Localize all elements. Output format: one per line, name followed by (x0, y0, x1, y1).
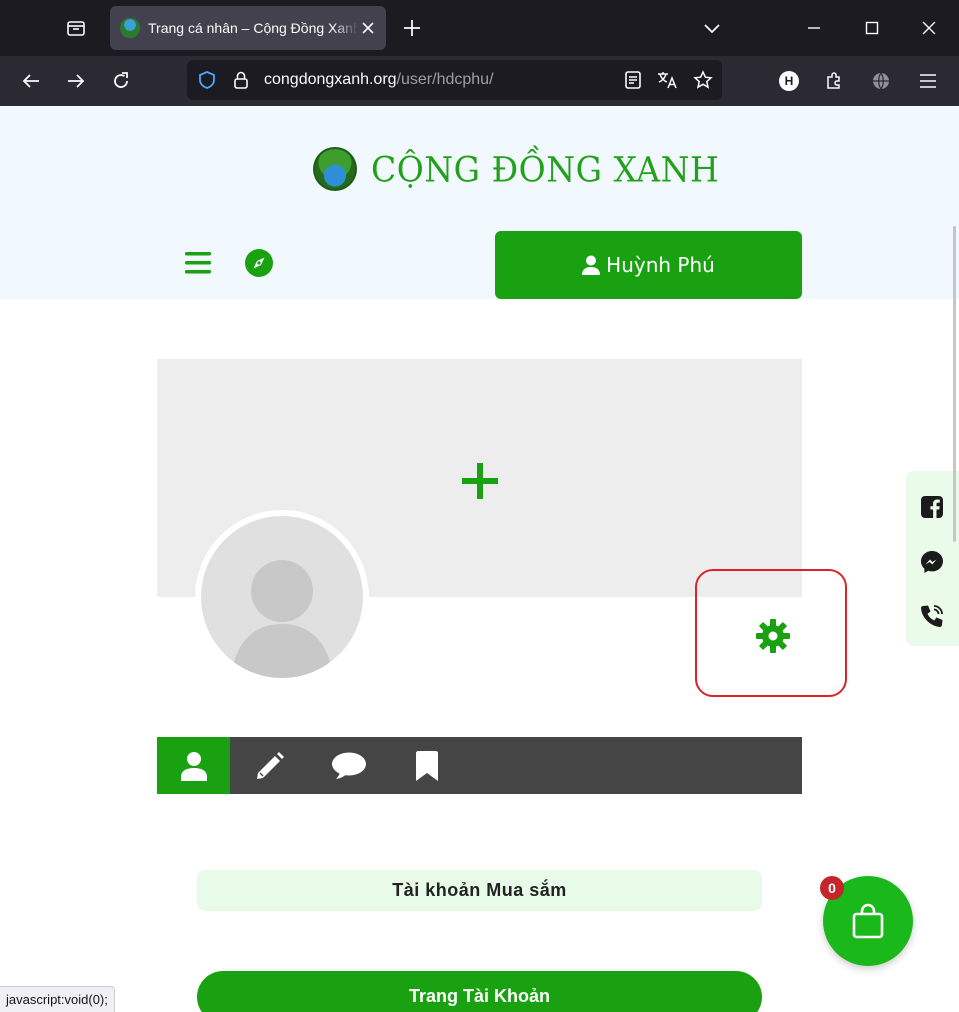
tab-overview-icon (67, 21, 85, 36)
bookmark-star-button[interactable] (691, 68, 715, 92)
extension-globe-button[interactable] (867, 67, 895, 95)
avatar-placeholder (201, 516, 363, 678)
bookmark-icon (416, 750, 438, 781)
profile-tabs (157, 737, 802, 794)
profile-avatar[interactable] (195, 510, 369, 684)
translate-icon (658, 72, 677, 89)
chevron-down-icon (704, 24, 720, 34)
address-bar[interactable]: congdongxanh.org/user/hdcphu/ (187, 60, 722, 100)
web-page: CỘNG ĐỒNG XANH Huỳnh Phú Tài khoản Mua s… (0, 106, 959, 1012)
shopping-account-heading: Tài khoản Mua sắm (197, 870, 762, 911)
add-cover-button[interactable] (462, 463, 498, 499)
lock-icon (234, 71, 248, 89)
maximize-button[interactable] (858, 14, 886, 42)
profile-initial: H (784, 74, 794, 88)
browser-tab-strip: Trang cá nhân – Cộng Đồng Xanh (0, 0, 959, 56)
tab-overview-button[interactable] (60, 12, 92, 44)
shield-icon (199, 71, 215, 89)
avatar-placeholder-icon (231, 560, 333, 678)
url-path: /user/hdcphu/ (396, 71, 494, 88)
tab-list-button[interactable] (698, 14, 726, 42)
social-contact-bar (906, 471, 959, 646)
site-info-button[interactable] (229, 68, 253, 92)
tab-comments[interactable] (327, 737, 371, 794)
phone-icon (921, 605, 943, 627)
phone-link[interactable] (920, 604, 944, 628)
user-icon (582, 255, 601, 275)
url-domain: congdongxanh.org (264, 71, 397, 88)
translate-button[interactable] (655, 68, 679, 92)
reader-view-icon (625, 71, 641, 89)
tab-bookmarks[interactable] (407, 737, 447, 794)
close-icon (362, 22, 374, 34)
messenger-link[interactable] (920, 550, 944, 574)
forward-button[interactable] (62, 67, 90, 95)
arrow-right-icon (68, 74, 85, 88)
app-menu-button[interactable] (914, 67, 942, 95)
user-account-button[interactable]: Huỳnh Phú (495, 231, 802, 299)
browser-status-bar: javascript:void(0); (0, 986, 115, 1012)
user-icon (180, 751, 207, 781)
reader-view-button[interactable] (621, 68, 645, 92)
plus-icon (462, 463, 498, 499)
logo-text: CỘNG ĐỒNG XANH (371, 148, 720, 190)
reload-icon (114, 72, 128, 88)
browser-toolbar: congdongxanh.org/user/hdcphu/ H (0, 56, 959, 106)
user-name: Huỳnh Phú (606, 253, 715, 277)
globe-icon (873, 72, 889, 90)
minimize-icon (808, 27, 820, 29)
pencil-icon (257, 751, 284, 779)
plus-icon (404, 20, 420, 36)
tree-logo-icon (313, 147, 357, 191)
explore-button[interactable] (245, 249, 273, 277)
cart-count-badge: 0 (820, 876, 844, 900)
tab-posts[interactable] (245, 737, 295, 794)
comment-icon (332, 752, 366, 779)
tracking-protection-button[interactable] (195, 68, 219, 92)
shopping-bag-icon (852, 903, 884, 939)
facebook-link[interactable] (920, 495, 944, 519)
messenger-icon (921, 551, 943, 573)
close-icon (922, 21, 936, 35)
account-button[interactable]: H (775, 67, 803, 95)
account-page-button[interactable]: Trang Tài Khoản (197, 971, 762, 1012)
minimize-button[interactable] (800, 14, 828, 42)
site-favicon-icon (120, 18, 140, 38)
site-logo[interactable]: CỘNG ĐỒNG XANH (313, 146, 719, 192)
arrow-left-icon (22, 74, 39, 88)
url-text: congdongxanh.org/user/hdcphu/ (264, 71, 494, 89)
page-scrollbar[interactable] (953, 226, 956, 542)
tab-close-button[interactable] (360, 20, 376, 36)
annotation-highlight-box (695, 569, 847, 697)
window-close-button[interactable] (915, 14, 943, 42)
tab-profile[interactable] (157, 737, 230, 794)
hamburger-icon (920, 74, 936, 88)
profile-avatar: H (779, 71, 799, 91)
puzzle-icon (827, 72, 840, 89)
compass-icon (245, 249, 273, 277)
star-icon (693, 70, 713, 89)
hamburger-icon (185, 252, 211, 274)
site-header: CỘNG ĐỒNG XANH Huỳnh Phú (0, 106, 959, 299)
menu-button[interactable] (184, 250, 212, 276)
reload-button[interactable] (107, 67, 135, 95)
new-tab-button[interactable] (398, 14, 426, 42)
facebook-icon (921, 496, 943, 518)
maximize-icon (865, 21, 879, 35)
extensions-button[interactable] (820, 67, 848, 95)
browser-tab-active[interactable]: Trang cá nhân – Cộng Đồng Xanh (110, 6, 386, 50)
back-button[interactable] (17, 67, 45, 95)
tab-title: Trang cá nhân – Cộng Đồng Xanh (148, 20, 358, 36)
